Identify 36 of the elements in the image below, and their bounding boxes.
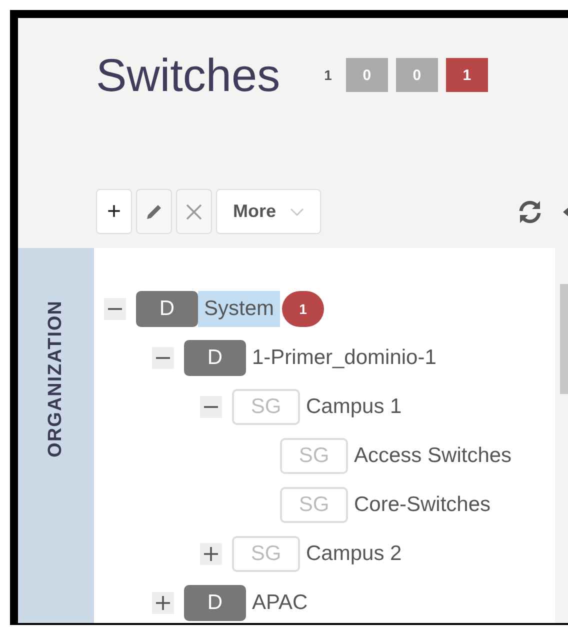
tree-item[interactable]: Access Switches — [348, 438, 518, 474]
minus-icon — [108, 308, 122, 310]
expand-toggle[interactable] — [200, 542, 222, 564]
expand-toggle[interactable] — [200, 396, 222, 418]
node-type-badge: D — [184, 584, 246, 620]
expand-toggle[interactable] — [104, 298, 126, 320]
tree-item[interactable]: System — [198, 290, 280, 326]
expand-toggle[interactable] — [152, 346, 174, 368]
count-badge: 0 — [346, 58, 388, 92]
node-type-badge: D — [136, 290, 198, 326]
plus-icon — [204, 546, 218, 560]
add-button[interactable]: + — [96, 189, 132, 234]
minus-icon — [156, 356, 170, 358]
tree-item[interactable]: Campus 2 — [300, 536, 408, 572]
count-label: 1 — [324, 67, 332, 83]
count-badge: 1 — [446, 58, 488, 92]
caret-icon — [290, 206, 304, 216]
minus-icon — [204, 406, 218, 408]
node-type-badge: SG — [280, 438, 348, 474]
page-title: Switches — [96, 48, 280, 102]
tree-item[interactable]: 1-Primer_dominio-1 — [246, 340, 442, 376]
expand-toggle[interactable] — [152, 592, 174, 614]
plus-icon — [156, 596, 170, 610]
sidebar-tab[interactable]: ORGANIZATION — [18, 248, 94, 623]
tree-item[interactable]: APAC — [246, 584, 314, 620]
close-icon — [184, 202, 204, 222]
tree-item[interactable]: Core-Switches — [348, 486, 497, 522]
count-badge: 0 — [396, 58, 438, 92]
node-type-badge: SG — [232, 536, 300, 572]
node-type-badge: SG — [280, 486, 348, 522]
scrollbar[interactable] — [560, 284, 568, 394]
more-dropdown[interactable]: More — [216, 189, 322, 234]
alert-count-badge: 1 — [282, 290, 324, 326]
tree-item[interactable]: Campus 1 — [300, 388, 408, 424]
node-type-badge: D — [184, 340, 246, 376]
node-type-badge: SG — [232, 388, 300, 424]
